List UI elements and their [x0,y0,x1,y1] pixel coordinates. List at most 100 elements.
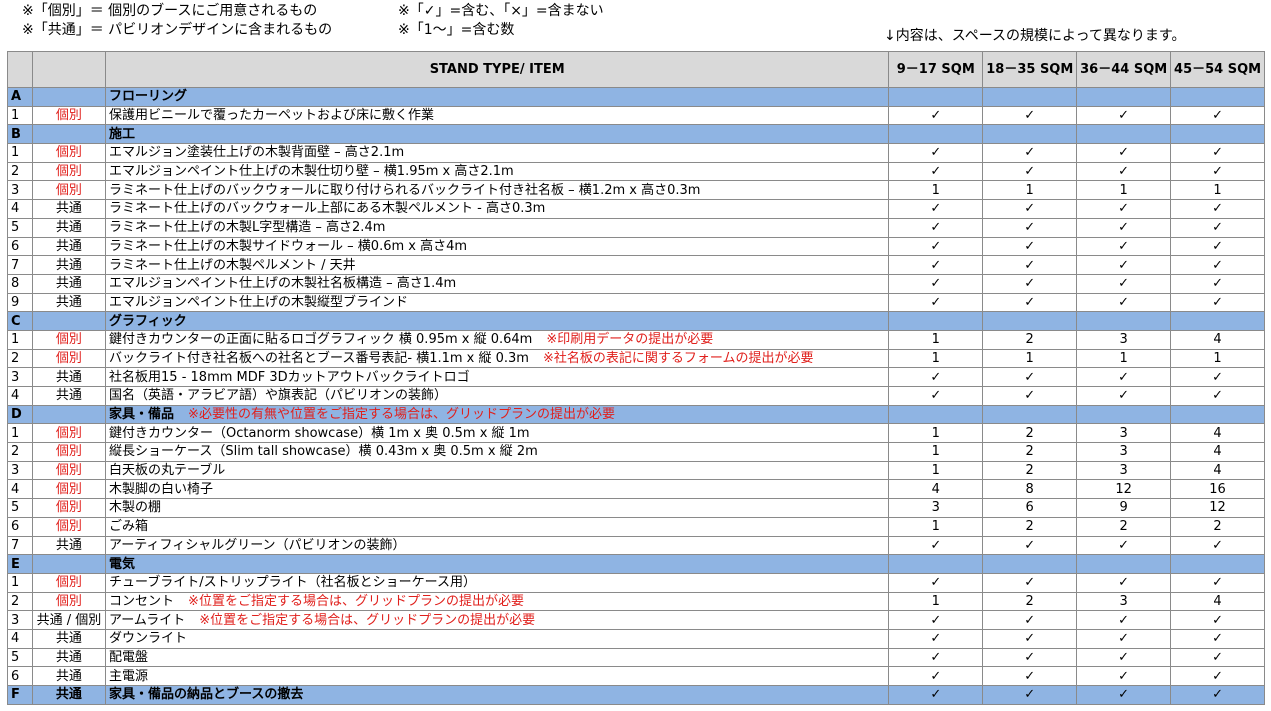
size-value: 16 [1170,479,1265,500]
size-value: ✓ [982,273,1078,294]
header-size-9-17: 9－17 SQM [888,51,984,88]
size-value: ✓ [1076,199,1172,219]
item-label: 施工 [109,126,136,142]
size-value: ✓ [888,273,984,294]
row-type [31,554,107,574]
size-value: ✓ [1076,535,1172,556]
header-size-45-54: 45－54 SQM [1170,51,1265,88]
row-index: 5 [7,647,33,668]
item-note: ※社名板の表記に関するフォームの提出が必要 [542,350,814,366]
row-index: 1 [7,572,33,593]
row-index: 8 [7,273,33,294]
row-index: 6 [7,666,33,686]
item-note: ※位置をご指定する場合は、グリッドプランの提出が必要 [199,612,536,628]
size-value: ✓ [982,105,1078,126]
row-type: 共通 [31,273,107,294]
size-value [1076,404,1172,425]
row-item: フローリング [105,87,890,107]
size-value: ✓ [1076,292,1172,313]
item-label: ラミネート仕上げのバックウォール上部にある木製ペルメント - 高さ0.3m [109,201,546,217]
size-value: ✓ [888,199,984,219]
row-item: 木製脚の白い椅子 [105,479,890,500]
size-value [888,124,984,145]
row-index: 3 [7,180,33,201]
size-value: ✓ [1076,236,1172,257]
size-value: 1 [888,516,984,537]
size-value: 1 [1170,180,1265,201]
size-value [982,87,1078,107]
row-index: F [7,685,33,705]
size-value [1076,87,1172,107]
size-value: ✓ [888,386,984,406]
item-label: 白天板の丸テーブル [109,463,226,479]
size-value: ✓ [1170,273,1265,294]
row-index: 2 [7,161,33,182]
item-label: バックライト付き社名板への社名とブース番号表記- 横1.1m x 縦 0.3m [109,350,529,366]
legend-count-note: ※「1～」=含む数 [398,22,515,38]
table-row: 1 個別 鍵付きカウンターの正面に貼るロゴグラフィック 横 0.95m x 縦 0.… [7,329,1265,350]
row-item: ラミネート仕上げのバックウォールに取り付けられるバックライト付き社名板 – 横1… [105,180,890,201]
row-item: 白天板の丸テーブル [105,460,890,481]
size-value: 3 [1076,460,1172,481]
row-type: 個別 [31,180,107,201]
row-item: エマルジョンペイント仕上げの木製仕切り壁 – 横1.95m x 高さ2.1m [105,161,890,182]
size-value: ✓ [1076,647,1172,668]
row-index: 4 [7,386,33,406]
size-value: 12 [1170,498,1265,518]
size-value: 3 [888,498,984,518]
row-index: D [7,404,33,425]
row-index: A [7,87,33,107]
row-item: 木製の棚 [105,498,890,518]
size-value: ✓ [888,628,984,649]
item-label: アーティフィシャルグリーン（パビリオンの装飾） [109,537,406,553]
table-row: 2 個別 エマルジョンペイント仕上げの木製仕切り壁 – 横1.95m x 高さ2.1… [7,161,1265,182]
row-type: 個別 [31,329,107,350]
size-value: ✓ [888,143,984,163]
size-value [1076,554,1172,574]
size-value [982,554,1078,574]
size-value [888,87,984,107]
size-value: ✓ [888,685,984,705]
row-index: 2 [7,591,33,612]
size-value: ✓ [1076,143,1172,163]
item-label: エマルジョンペイント仕上げの木製仕切り壁 – 横1.95m x 高さ2.1m [109,164,514,180]
item-label: 電気 [109,556,136,572]
size-value: 4 [1170,423,1265,444]
header-stand-type-item: STAND TYPE/ ITEM [105,51,890,88]
row-type [31,87,107,107]
header-type [31,51,107,88]
size-value [1076,311,1172,331]
size-value: 1 [982,180,1078,201]
size-value: ✓ [1170,199,1265,219]
size-value: ✓ [1170,255,1265,275]
row-type: 共通 [31,535,107,556]
row-item: エマルジョン塗装仕上げの木製背面壁 – 高さ2.1m [105,143,890,163]
row-type: 共通 [31,647,107,668]
size-value [1170,404,1265,425]
row-item: エマルジョンペイント仕上げの木製縦型ブラインド [105,292,890,313]
size-value [982,404,1078,425]
size-value: 1 [888,180,984,201]
size-value: ✓ [1170,685,1265,705]
row-index: 6 [7,236,33,257]
legend-individual-note: ※「個別」＝ 個別のブースにご用意されるもの [22,3,318,19]
row-item: アーティフィシャルグリーン（パビリオンの装飾） [105,535,890,556]
size-value: ✓ [888,292,984,313]
table-row: 1 個別 エマルジョン塗装仕上げの木製背面壁 – 高さ2.1m ✓ ✓ ✓ ✓ [7,143,1265,163]
table-row: 3 個別 白天板の丸テーブル 1 2 3 4 [7,460,1265,481]
item-label: 木製脚の白い椅子 [109,481,214,497]
size-value: ✓ [1076,161,1172,182]
size-value: 1 [888,460,984,481]
item-label: ダウンライト [109,631,188,647]
size-value: ✓ [1170,105,1265,126]
section-row: C グラフィック [7,311,1265,331]
item-note: ※必要性の有無や位置をご指定する場合は、グリッドプランの提出が必要 [188,407,615,423]
size-value: ✓ [982,610,1078,630]
size-value: ✓ [1076,217,1172,238]
row-type: 共通 [31,666,107,686]
table-row: 3 個別 ラミネート仕上げのバックウォールに取り付けられるバックライト付き社名板 –… [7,180,1265,201]
row-type [31,124,107,145]
size-value [1170,554,1265,574]
size-value: ✓ [888,572,984,593]
item-label: エマルジョンペイント仕上げの木製社名板構造 – 高さ1.4m [109,276,457,292]
